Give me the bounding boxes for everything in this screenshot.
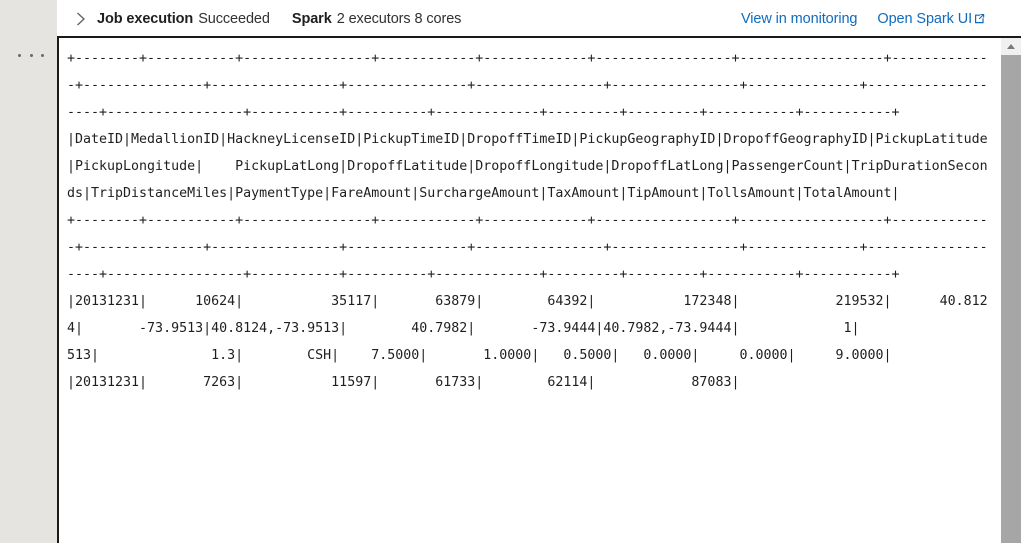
scrollbar-thumb[interactable] [1001, 55, 1021, 543]
spark-dataframe-output: +--------+-----------+----------------+-… [67, 51, 988, 390]
ellipsis-dot [41, 53, 44, 57]
output-panel: +--------+-----------+----------------+-… [57, 36, 1021, 543]
scroll-up-button[interactable] [1001, 38, 1021, 55]
job-execution-status: Succeeded [198, 11, 270, 27]
chevron-right-icon[interactable] [69, 8, 91, 30]
spark-label: Spark [291, 11, 332, 27]
scrollbar-track[interactable] [1001, 55, 1021, 543]
job-execution-status-group: Job execution Succeeded [97, 11, 270, 27]
spark-job-output-screen: Job execution Succeeded Spark 2 executor… [0, 0, 1021, 543]
output-vertical-scrollbar[interactable] [1000, 38, 1021, 543]
header-links: View in monitoring Open Spark UI [741, 11, 1021, 28]
open-spark-ui-link[interactable]: Open Spark UI [877, 11, 985, 28]
view-in-monitoring-link[interactable]: View in monitoring [741, 11, 858, 27]
scroll-up-arrow-icon [1007, 44, 1015, 49]
ellipsis-dot [18, 53, 21, 57]
open-spark-ui-label: Open Spark UI [877, 10, 972, 27]
job-execution-label: Job execution [97, 11, 194, 27]
ellipsis-dot [29, 53, 33, 57]
spark-engine-group: Spark 2 executors 8 cores [291, 11, 462, 27]
spark-resources: 2 executors 8 cores [336, 11, 462, 27]
job-execution-header: Job execution Succeeded Spark 2 executor… [57, 0, 1021, 38]
external-link-icon [974, 12, 985, 28]
ellipsis-icon[interactable] [18, 45, 44, 65]
left-gutter [0, 0, 57, 543]
console-output-area: +--------+-----------+----------------+-… [59, 38, 999, 543]
